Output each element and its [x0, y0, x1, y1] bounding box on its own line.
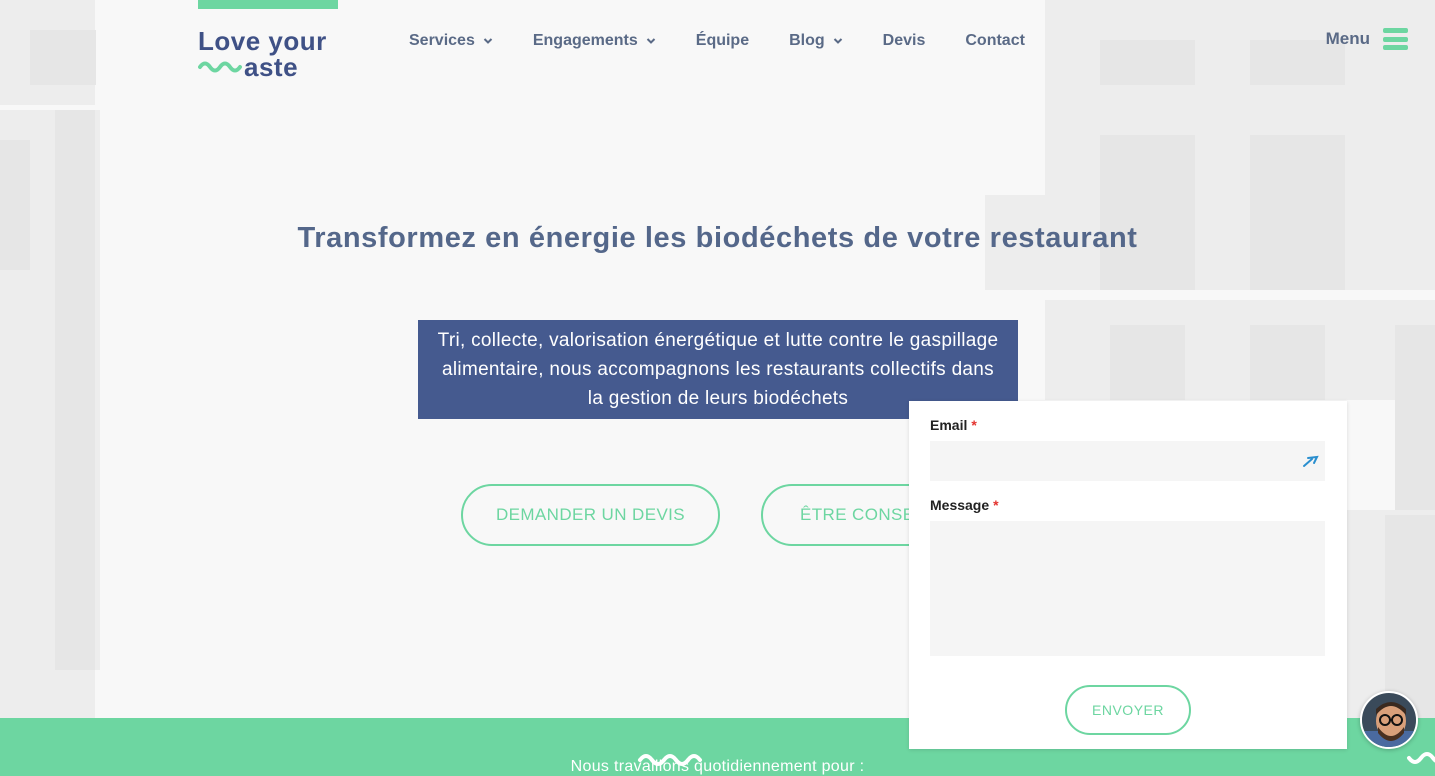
nav-item-engagements[interactable]: Engagements	[533, 30, 656, 52]
chevron-down-icon	[483, 38, 493, 44]
menu-button[interactable]: Menu	[1326, 28, 1408, 50]
message-label: Message *	[930, 497, 999, 513]
required-mark: *	[993, 497, 999, 513]
message-label-text: Message	[930, 497, 990, 513]
mission-band-text: Nous travaillons quotidiennement pour :	[570, 758, 865, 775]
wave-icon	[1407, 752, 1435, 764]
email-label: Email *	[930, 417, 977, 433]
nav-item-contact[interactable]: Contact	[965, 30, 1025, 52]
contact-form-popup: Email * Message * ENVOYER	[909, 401, 1347, 749]
logo-text-line1: Love your	[198, 26, 327, 56]
nav-item-equipe[interactable]: Équipe	[696, 30, 749, 52]
send-button[interactable]: ENVOYER	[1065, 685, 1191, 735]
hamburger-icon	[1383, 28, 1408, 50]
chevron-down-icon	[833, 38, 842, 44]
nav-label: Devis	[882, 32, 926, 49]
request-quote-button[interactable]: DEMANDER UN DEVIS	[461, 484, 720, 546]
email-field[interactable]	[930, 441, 1325, 481]
logo[interactable]: Love your aste	[198, 28, 343, 84]
logo-accent-bar	[198, 0, 338, 9]
required-mark: *	[971, 417, 977, 433]
nav-label: Services	[409, 32, 475, 49]
nav-item-blog[interactable]: Blog	[789, 30, 843, 52]
logo-text-line2: aste	[244, 52, 299, 82]
nav-label: Blog	[789, 32, 825, 49]
nav-label: Équipe	[695, 32, 750, 49]
nav-label: Engagements	[532, 32, 638, 49]
hero-subtitle: Tri, collecte, valorisation énergétique …	[437, 330, 999, 409]
hero-title: Transformez en énergie les biodéchets de…	[297, 222, 1138, 254]
chevron-down-icon	[646, 38, 655, 44]
nav-item-services[interactable]: Services	[409, 30, 493, 52]
chat-avatar[interactable]	[1360, 691, 1418, 749]
logo-wave-icon	[198, 61, 242, 73]
autofill-arrow-icon[interactable]	[1302, 453, 1322, 469]
nav-label: Contact	[965, 32, 1025, 49]
menu-label: Menu	[1325, 29, 1370, 48]
main-nav: Services Engagements Équipe Blog Devis C…	[409, 30, 1065, 52]
email-label-text: Email	[930, 417, 968, 433]
nav-item-devis[interactable]: Devis	[883, 30, 926, 52]
message-field[interactable]	[930, 521, 1325, 656]
